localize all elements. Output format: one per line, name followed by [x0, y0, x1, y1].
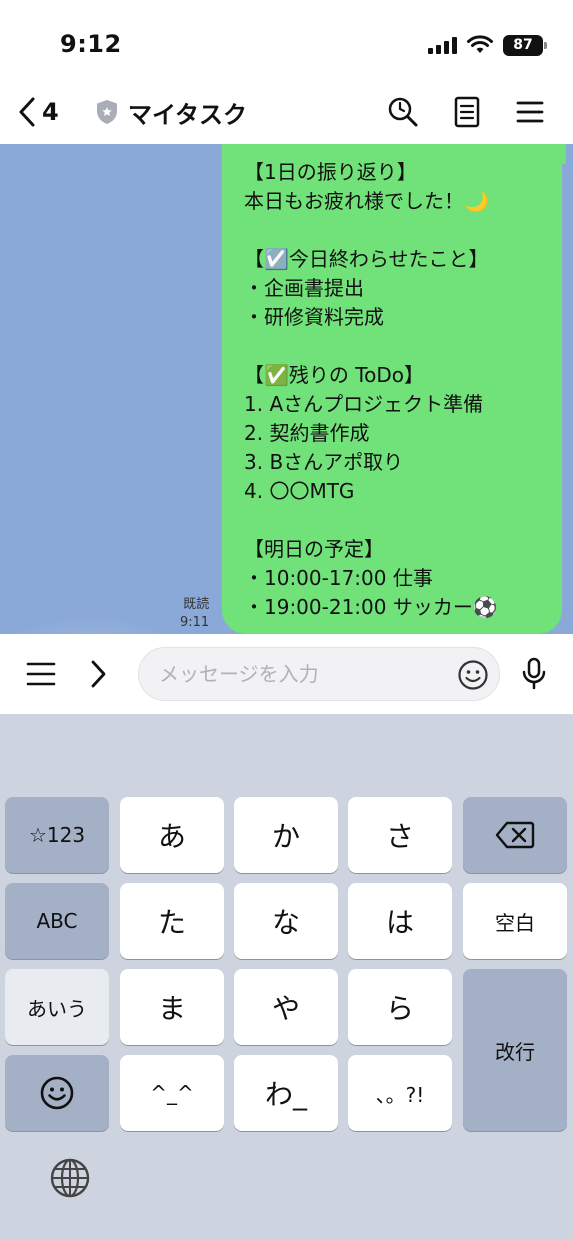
message-line: 本日もお疲れ様でした！🌙 — [244, 189, 489, 213]
notes-icon — [454, 96, 480, 128]
kana-key-wa[interactable]: わ_ — [234, 1055, 338, 1131]
shield-icon — [97, 100, 117, 124]
chat-title: マイタスク — [128, 100, 248, 129]
smiley-icon — [40, 1076, 74, 1110]
backspace-icon — [495, 821, 535, 849]
kana-key-ta[interactable]: た — [120, 883, 224, 959]
chevron-right-icon — [91, 660, 106, 688]
sent-time: 9:11 — [180, 615, 210, 630]
message-line: ・10:00-17:00 仕事 — [244, 566, 433, 590]
message-line: ・19:00-21:00 サッカー⚽ — [244, 595, 498, 619]
message-line — [244, 216, 562, 245]
smiley-icon[interactable] — [457, 659, 489, 691]
kana-key-ka[interactable]: か — [234, 797, 338, 873]
message-line: 【明日の予定】 — [244, 537, 384, 561]
chat-title-area[interactable]: マイタスク — [96, 94, 247, 130]
wifi-icon — [467, 35, 493, 53]
japanese-keyboard: ☆123 あ か さ ABC た な は 空白 あいう ま や ら 改行 ^_^… — [0, 714, 573, 1240]
kana-key-ma[interactable]: ま — [120, 969, 224, 1045]
kana-key-ra[interactable]: ら — [348, 969, 452, 1045]
cellular-signal-icon — [428, 36, 457, 54]
message-line: ・企画書提出 — [244, 276, 364, 300]
battery-icon: 87 — [503, 34, 547, 56]
delete-key[interactable] — [463, 797, 567, 873]
battery-level: 87 — [513, 37, 533, 53]
unread-count: 4 — [42, 98, 59, 126]
expand-button[interactable] — [80, 656, 116, 692]
notes-button[interactable] — [449, 94, 485, 130]
chat-area[interactable]: 既読 9:11 【1日の振り返り】 本日もお疲れ様でした！🌙 【☑️今日終わらせ… — [0, 144, 573, 634]
kana-mode-key[interactable]: あいう — [5, 969, 109, 1045]
kana-key-na[interactable]: な — [234, 883, 338, 959]
message-meta: 既読 9:11 — [180, 596, 209, 632]
message-line: 【✅残りの ToDo】 — [244, 363, 424, 387]
symbols-key[interactable]: ☆123 — [5, 797, 109, 873]
menu-button[interactable] — [512, 94, 548, 130]
hamburger-menu-icon — [26, 662, 56, 686]
hamburger-menu-icon — [516, 101, 544, 123]
chat-header: 4 マイタスク — [0, 82, 573, 144]
message-line: 3. Bさんアポ取り — [244, 450, 404, 474]
chevron-left-icon — [19, 97, 35, 127]
search-history-button[interactable] — [385, 94, 421, 130]
punctuation-key[interactable]: 、。?! — [348, 1055, 452, 1131]
globe-icon[interactable] — [48, 1156, 92, 1200]
more-menu-button[interactable] — [23, 656, 59, 692]
message-bubble[interactable]: 【1日の振り返り】 本日もお疲れ様でした！🌙 【☑️今日終わらせたこと】 ・企画… — [222, 144, 562, 634]
kana-key-sa[interactable]: さ — [348, 797, 452, 873]
space-key[interactable]: 空白 — [463, 883, 567, 959]
message-line: 2. 契約書作成 — [244, 421, 370, 445]
back-button[interactable]: 4 — [18, 94, 59, 130]
abc-key[interactable]: ABC — [5, 883, 109, 959]
microphone-icon — [522, 657, 546, 690]
search-clock-icon — [388, 97, 418, 127]
message-line — [244, 332, 562, 361]
message-line — [244, 506, 562, 535]
message-line: 【1日の振り返り】 — [244, 160, 417, 184]
message-line: ・研修資料完成 — [244, 305, 384, 329]
message-line: 【☑️今日終わらせたこと】 — [244, 247, 489, 271]
kaomoji-key[interactable]: ^_^ — [120, 1055, 224, 1131]
status-bar: 9:12 87 — [0, 0, 573, 82]
message-line: 1. Aさんプロジェクト準備 — [244, 392, 484, 416]
kana-key-a[interactable]: あ — [120, 797, 224, 873]
voice-input-button[interactable] — [516, 656, 552, 692]
status-time: 9:12 — [60, 30, 122, 58]
message-input-bar — [0, 634, 573, 714]
kana-key-ya[interactable]: や — [234, 969, 338, 1045]
message-line: 4. 〇〇MTG — [244, 479, 355, 503]
message-field[interactable] — [138, 647, 500, 701]
message-input[interactable] — [159, 656, 449, 692]
return-key[interactable]: 改行 — [463, 969, 567, 1131]
read-receipt: 既読 — [183, 597, 210, 612]
emoji-key[interactable] — [5, 1055, 109, 1131]
kana-key-ha[interactable]: は — [348, 883, 452, 959]
